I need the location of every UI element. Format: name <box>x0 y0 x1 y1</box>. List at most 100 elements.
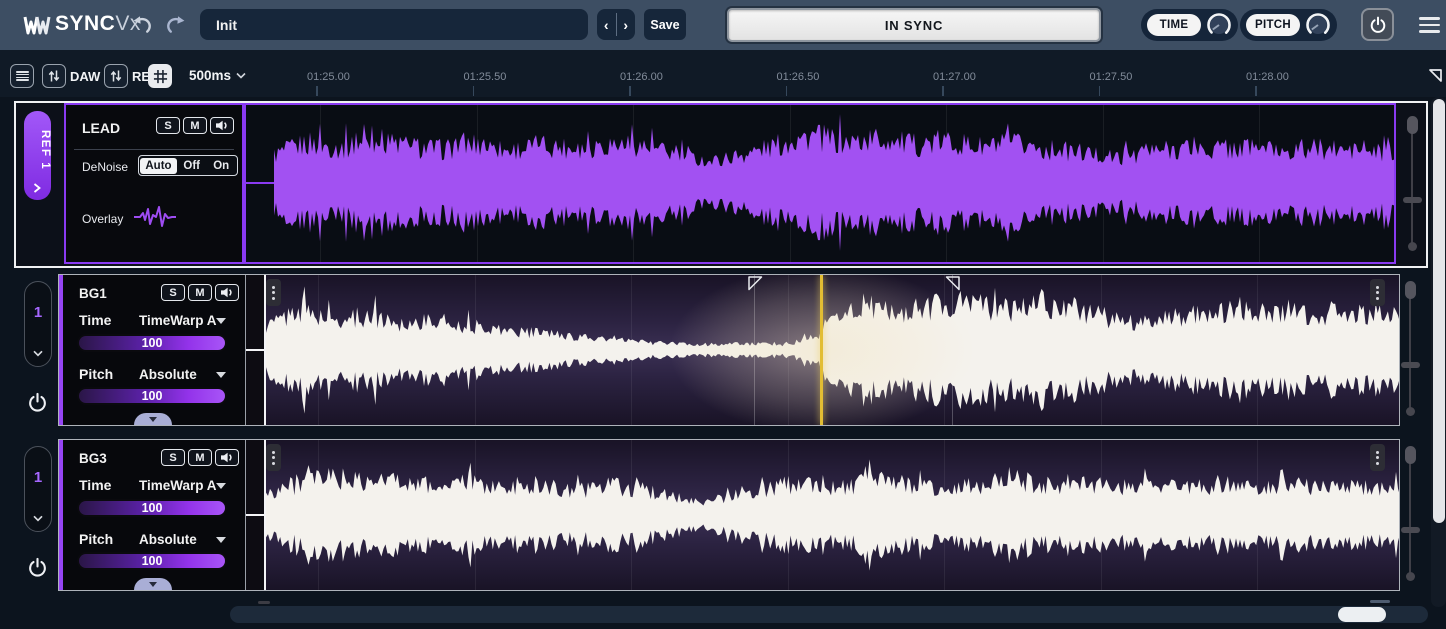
pitch-amount-slider[interactable]: 100 <box>77 552 227 570</box>
mute-button[interactable]: M <box>188 284 212 301</box>
track-name: LEAD <box>82 120 120 136</box>
playhead[interactable] <box>820 275 823 425</box>
clip-handle-right[interactable] <box>1370 279 1385 306</box>
header-divider <box>74 149 234 150</box>
clip-handle-right[interactable] <box>1370 444 1385 471</box>
menu-button[interactable] <box>1419 17 1440 37</box>
ruler-tick-label: 01:25.00 <box>307 71 350 83</box>
ruler-tick-mark <box>473 86 475 96</box>
time-amount-slider[interactable]: 100 <box>77 499 227 517</box>
sync-region-start-marker[interactable] <box>748 276 764 292</box>
preset-prev-button[interactable]: ‹ <box>597 9 616 40</box>
time-param-label: Time <box>79 312 111 328</box>
ref-waveform-area[interactable] <box>244 103 1396 264</box>
bg1-zoom-slider[interactable] <box>1398 276 1422 426</box>
marker-flag-icon[interactable] <box>1427 67 1444 84</box>
bg1-waveform-area[interactable] <box>246 275 1399 425</box>
ref-sync-toggle[interactable] <box>104 64 128 88</box>
track-power-icon[interactable] <box>27 392 48 413</box>
track-accent-bar <box>59 440 63 590</box>
time-knob[interactable] <box>1206 12 1232 38</box>
track-power-icon[interactable] <box>27 557 48 578</box>
bg1-track-sidebar[interactable]: 1 <box>24 281 52 367</box>
pitch-label[interactable]: PITCH <box>1246 14 1300 36</box>
time-mode-dropdown[interactable]: TimeWarp A <box>139 313 217 328</box>
bg1-track-panel: BG1 S M Time TimeWarp A 100 Pitch Absolu… <box>58 274 1400 426</box>
bg3-zoom-slider[interactable] <box>1398 441 1422 591</box>
master-power-button[interactable] <box>1361 8 1394 41</box>
track-name: BG3 <box>79 451 107 466</box>
ruler-tick-mark <box>629 86 631 96</box>
time-mode-dropdown[interactable]: TimeWarp A <box>139 478 217 493</box>
ref-track-side-label: REF 1 <box>24 121 51 179</box>
ruler-tick-label: 01:27.00 <box>933 71 976 83</box>
power-icon <box>1369 16 1387 34</box>
sync-status-display: IN SYNC <box>727 8 1101 42</box>
grid-icon <box>153 69 168 84</box>
overlay-waveform-icon[interactable] <box>132 204 178 230</box>
overlay-label: Overlay <box>82 212 123 226</box>
list-icon <box>16 70 29 82</box>
pitch-amount-value: 100 <box>79 554 225 568</box>
grid-resolution-dropdown[interactable]: 500ms <box>189 68 246 83</box>
solo-button[interactable]: S <box>161 284 185 301</box>
ref-track-sidebar[interactable]: REF 1 <box>24 111 51 200</box>
pitch-mode-dropdown[interactable]: Absolute <box>139 367 197 382</box>
denoise-label: DeNoise <box>82 160 128 174</box>
clip-handle-bottom[interactable] <box>258 601 270 604</box>
chevron-down-icon <box>33 350 43 357</box>
preset-name-input[interactable] <box>200 9 588 40</box>
bg3-waveform-area[interactable] <box>246 440 1399 590</box>
ruler-tick-mark <box>316 86 318 96</box>
clip-lead-line <box>246 182 274 184</box>
listen-button[interactable] <box>210 117 234 134</box>
ref-zoom-slider[interactable] <box>1400 111 1424 261</box>
solo-button[interactable]: S <box>156 117 180 134</box>
pitch-control-group: PITCH <box>1240 9 1337 41</box>
pitch-amount-slider[interactable]: 100 <box>77 387 227 405</box>
undo-button[interactable] <box>131 15 155 35</box>
mute-button[interactable]: M <box>183 117 207 134</box>
clip-handle-left[interactable] <box>266 444 281 471</box>
time-amount-slider[interactable]: 100 <box>77 334 227 352</box>
vertical-scrollbar[interactable] <box>1431 97 1446 607</box>
app-title: SYNCVx <box>55 12 141 36</box>
grid-snap-button[interactable] <box>148 64 172 88</box>
ruler-tick-label: 01:27.50 <box>1090 71 1133 83</box>
denoise-option-on[interactable]: On <box>206 160 236 172</box>
listen-button[interactable] <box>215 284 239 301</box>
bg3-track-panel: BG3 S M Time TimeWarp A 100 Pitch Absolu… <box>58 439 1400 591</box>
preset-next-button[interactable]: › <box>617 9 636 40</box>
daw-sync-toggle[interactable] <box>42 64 66 88</box>
dropdown-arrow-icon[interactable] <box>216 372 226 378</box>
expand-track-button[interactable] <box>134 578 172 590</box>
solo-button[interactable]: S <box>161 449 185 466</box>
dropdown-arrow-icon[interactable] <box>216 483 226 489</box>
denoise-option-off[interactable]: Off <box>177 160 207 172</box>
redo-button[interactable] <box>163 15 187 35</box>
horizontal-scrollbar[interactable] <box>230 606 1428 623</box>
bg1-track-row: 1 BG1 S M Time TimeWa <box>0 272 1446 428</box>
track-group-number: 1 <box>25 469 51 486</box>
horizontal-scrollbar-thumb[interactable] <box>1338 607 1386 622</box>
track-list-button[interactable] <box>10 64 34 88</box>
dropdown-arrow-icon[interactable] <box>216 537 226 543</box>
sync-region-end-marker[interactable] <box>944 276 960 292</box>
expand-track-button[interactable] <box>134 413 172 425</box>
pitch-mode-dropdown[interactable]: Absolute <box>139 532 197 547</box>
pitch-knob[interactable] <box>1305 12 1331 38</box>
dropdown-arrow-icon[interactable] <box>216 318 226 324</box>
vertical-scrollbar-thumb[interactable] <box>1433 99 1445 523</box>
bg3-track-sidebar[interactable]: 1 <box>24 446 52 532</box>
save-button[interactable]: Save <box>644 9 686 40</box>
preset-nav: ‹ › <box>597 9 635 40</box>
clip-handle-left[interactable] <box>266 279 281 306</box>
time-param-label: Time <box>79 477 111 493</box>
speaker-icon <box>220 452 234 463</box>
denoise-option-auto[interactable]: Auto <box>140 158 177 174</box>
waves-logo-icon <box>22 13 52 37</box>
mute-button[interactable]: M <box>188 449 212 466</box>
time-label[interactable]: TIME <box>1147 14 1201 36</box>
listen-button[interactable] <box>215 449 239 466</box>
track-accent-bar <box>59 275 63 425</box>
